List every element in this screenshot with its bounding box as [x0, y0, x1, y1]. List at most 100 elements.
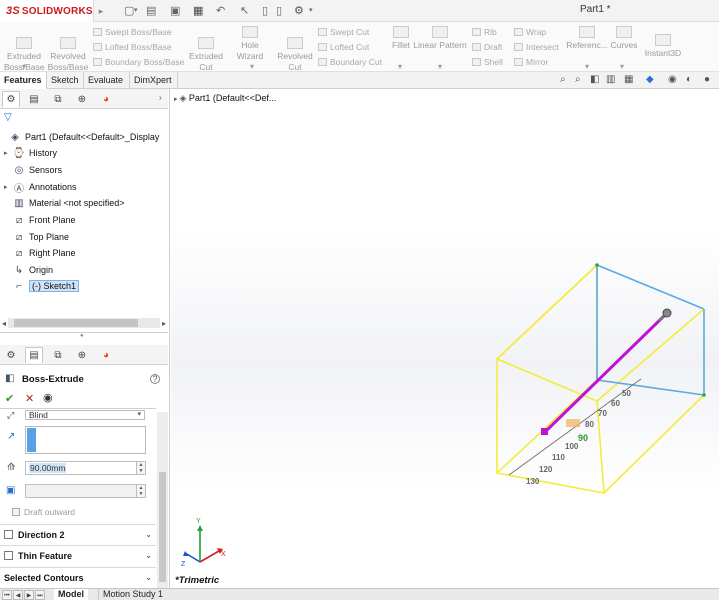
hide-show-icon[interactable]: ◐ — [686, 74, 692, 85]
dimxpert-tab[interactable]: ⊕ — [73, 91, 91, 107]
extrude-start-handle[interactable] — [541, 428, 548, 435]
model-preview[interactable]: 50 60 70 80 90 100 110 120 130 Y X Z — [171, 89, 719, 588]
new-document-icon[interactable]: ▢ — [124, 4, 134, 18]
graphics-area[interactable]: ▸ ◈ Part1 (Default<<Def... 50 60 70 80 9… — [171, 89, 719, 588]
expand-icon[interactable]: ▸ — [4, 183, 12, 191]
lofted-boss-button[interactable]: Lofted Boss/Base — [93, 42, 172, 52]
swept-cut-button[interactable]: Swept Cut — [318, 27, 369, 37]
display-manager-tab[interactable]: ◕ — [97, 91, 115, 107]
display-style-icon[interactable]: ◉ — [668, 74, 677, 85]
reverse-direction-icon[interactable]: ⤢ — [7, 410, 14, 421]
select-icon[interactable]: ↖ — [240, 4, 249, 18]
tree-item-top-plane[interactable]: ⧄ Top Plane — [0, 229, 168, 245]
curves-button[interactable]: Curves — [608, 26, 640, 51]
tab-dimxpert[interactable]: DimXpert — [130, 72, 178, 89]
view-orientation-icon[interactable]: ◆ — [646, 74, 654, 85]
save-icon[interactable]: ▣ — [170, 4, 180, 18]
configuration-tab-2[interactable]: ⧉ — [49, 347, 67, 363]
thin-feature-section[interactable]: Thin Feature ⌄ — [0, 545, 156, 565]
wrap-button[interactable]: Wrap — [514, 27, 546, 37]
boundary-cut-button[interactable]: Boundary Cut — [318, 57, 382, 67]
appearance-icon[interactable]: ● — [704, 74, 710, 85]
dimxpert-tab-2[interactable]: ⊕ — [73, 347, 91, 363]
extruded-cut-button[interactable]: Extruded Cut — [186, 26, 226, 73]
tree-horizontal-scrollbar[interactable] — [8, 318, 160, 328]
mirror-button[interactable]: Mirror — [514, 57, 548, 67]
hole-wizard-button[interactable]: Hole Wizard — [227, 26, 273, 62]
lofted-cut-button[interactable]: Lofted Cut — [318, 42, 369, 52]
end-condition-select[interactable]: Blind ▾ — [25, 410, 145, 420]
scroll-left-icon[interactable]: ◂ — [2, 319, 6, 328]
feature-tree-tab[interactable]: ⚙ — [2, 91, 20, 107]
open-icon[interactable]: ▤ — [146, 4, 156, 18]
tree-item-origin[interactable]: ↳ Origin — [0, 262, 168, 278]
chevron-down-icon[interactable]: ⌄ — [145, 551, 152, 560]
display-manager-tab-2[interactable]: ◕ — [97, 347, 115, 363]
depth-spinner[interactable]: ▲ ▼ — [136, 462, 145, 474]
draft-toggle-icon[interactable]: ▣ — [6, 485, 15, 496]
draft-button[interactable]: Draft — [472, 42, 502, 52]
zoom-area-icon[interactable]: ⌕ — [575, 74, 581, 85]
fillet-button[interactable]: Fillet — [388, 26, 414, 51]
dynamic-annotation-icon[interactable]: ▦ — [624, 74, 633, 85]
reference-geometry-button[interactable]: Referenc... — [566, 26, 608, 51]
first-tab-icon[interactable]: ⏮ — [2, 590, 12, 600]
property-manager-tab-2[interactable]: ▤ — [25, 347, 43, 363]
cancel-x-icon[interactable]: ✕ — [25, 392, 34, 405]
filter-icon[interactable]: ▽ — [4, 112, 12, 123]
instant3d-button[interactable]: Instant3D — [642, 34, 684, 59]
shell-button[interactable]: Shell — [472, 57, 503, 67]
drag-handle-ball-icon[interactable] — [662, 308, 672, 318]
tree-item-material[interactable]: ▥ Material <not specified> — [0, 195, 168, 211]
scrollbar-thumb[interactable] — [159, 472, 166, 582]
tab-features[interactable]: Features — [0, 72, 47, 89]
help-icon[interactable]: ? — [150, 374, 160, 384]
hole-dropdown-icon[interactable]: ▾ — [250, 62, 254, 71]
thin-feature-checkbox[interactable] — [4, 551, 13, 560]
reference-dropdown-icon[interactable]: ▾ — [585, 62, 589, 71]
scrollbar-thumb[interactable] — [14, 319, 138, 327]
tab-evaluate[interactable]: Evaluate — [84, 72, 130, 89]
menu-arrow-icon[interactable]: ▸ — [99, 6, 104, 17]
boundary-boss-button[interactable]: Boundary Boss/Base — [93, 57, 184, 67]
swept-boss-button[interactable]: Swept Boss/Base — [93, 27, 172, 37]
boss-dropdown-icon[interactable]: ▾ — [22, 62, 26, 71]
tab-sketch[interactable]: Sketch — [47, 72, 84, 89]
depth-input[interactable]: 90.00mm ▲ ▼ — [25, 461, 146, 475]
panel-splitter[interactable] — [0, 332, 168, 333]
tree-item-sensors[interactable]: ◎ Sensors — [0, 162, 168, 178]
zoom-to-fit-icon[interactable]: ⌕ — [560, 74, 566, 85]
tree-item-right-plane[interactable]: ⧄ Right Plane — [0, 245, 168, 261]
selected-contours-section[interactable]: Selected Contours ⌄ — [0, 567, 156, 587]
next-tab-icon[interactable]: ▶ — [24, 590, 34, 600]
tree-item-annotations[interactable]: ▸ Ⓐ Annotations — [0, 179, 168, 195]
direction-selection-box[interactable] — [25, 426, 146, 454]
tree-item-history[interactable]: ▸ ⌚ History — [0, 145, 168, 161]
property-manager-scrollbar[interactable] — [157, 412, 168, 588]
curves-dropdown-icon[interactable]: ▾ — [620, 62, 624, 71]
draft-angle-spinner[interactable]: ▲ ▼ — [136, 485, 145, 497]
ok-check-icon[interactable]: ✔ — [5, 392, 14, 405]
direction2-section[interactable]: Direction 2 ⌄ — [0, 524, 156, 544]
revolved-cut-button[interactable]: Revolved Cut — [275, 26, 315, 73]
previous-view-icon[interactable]: ◧ — [590, 74, 599, 85]
preview-eye-icon[interactable]: ◉ — [43, 391, 53, 404]
prev-tab-icon[interactable]: ◀ — [13, 590, 23, 600]
last-tab-icon[interactable]: ⏭ — [35, 590, 45, 600]
tab-motion-study-1[interactable]: Motion Study 1 — [98, 589, 167, 600]
expand-icon[interactable]: ▸ — [4, 149, 12, 157]
linear-pattern-button[interactable]: Linear Pattern — [412, 26, 468, 51]
draft-angle-input[interactable]: ▲ ▼ — [25, 484, 146, 498]
pattern-dropdown-icon[interactable]: ▾ — [438, 62, 442, 71]
chevron-down-icon[interactable]: ⌄ — [145, 530, 152, 539]
tree-item-front-plane[interactable]: ⧄ Front Plane — [0, 212, 168, 228]
intersect-button[interactable]: Intersect — [514, 42, 559, 52]
revolved-boss-button[interactable]: Revolved Boss/Base — [47, 26, 89, 73]
fillet-dropdown-icon[interactable]: ▾ — [398, 62, 402, 71]
scroll-right-icon[interactable]: ▸ — [162, 319, 166, 328]
new-dropdown-icon[interactable]: ▾ — [134, 6, 138, 20]
file-properties-icon[interactable]: ▯ — [276, 4, 282, 18]
options-dropdown-icon[interactable]: ▾ — [309, 6, 313, 20]
rib-button[interactable]: Rib — [472, 27, 497, 37]
configuration-tab[interactable]: ⧉ — [49, 91, 67, 107]
